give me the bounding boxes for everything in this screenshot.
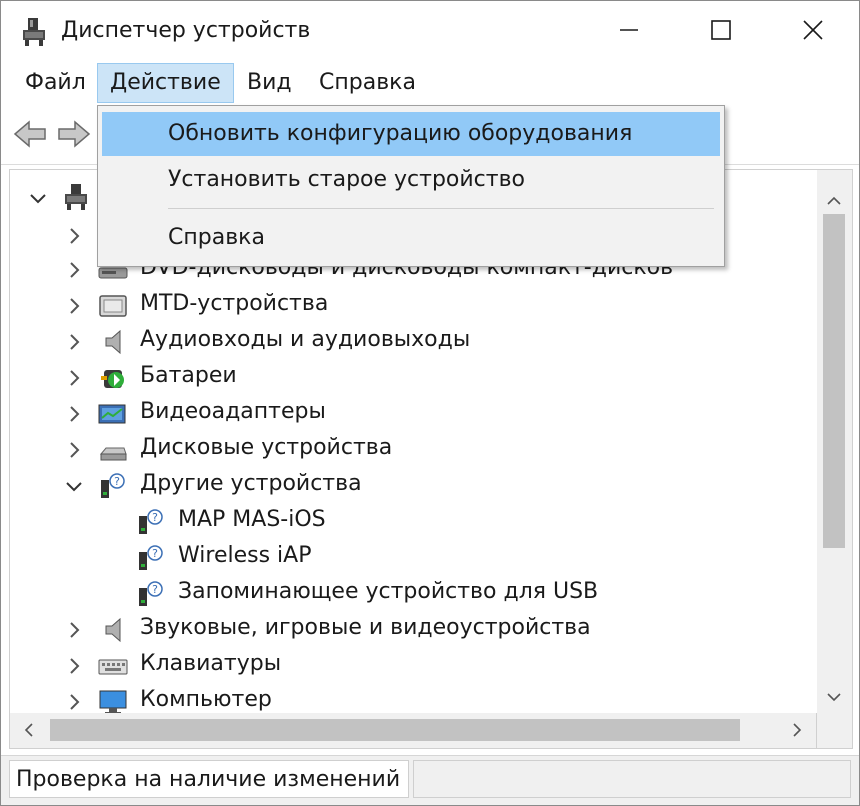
device-manager-app-icon xyxy=(21,17,47,47)
computer-root-icon xyxy=(62,184,92,212)
device-manager-window: Диспетчер устройств Файл Действие Вид Сп… xyxy=(0,0,860,806)
close-icon xyxy=(802,19,824,45)
maximize-button[interactable] xyxy=(675,1,767,63)
disk-drive-icon xyxy=(98,436,128,464)
chevron-right-icon[interactable] xyxy=(64,656,84,676)
horizontal-scroll-thumb[interactable] xyxy=(50,719,740,741)
tree-row-child-wireless-iap[interactable]: ? Wireless iAP xyxy=(10,540,810,576)
scroll-down-icon[interactable] xyxy=(823,686,845,708)
tree-row-batteries[interactable]: Батареи xyxy=(10,360,810,396)
tree-row-other-devices[interactable]: ? Другие устройства xyxy=(10,468,810,504)
tree-row-label: Запоминающее устройство для USB xyxy=(178,579,599,604)
tree-row-child-usb-storage[interactable]: ? Запоминающее устройство для USB xyxy=(10,576,810,612)
battery-icon xyxy=(98,364,128,392)
chevron-right-icon[interactable] xyxy=(64,260,84,280)
menu-item-scan-hardware-changes[interactable]: Обновить конфигурацию оборудования xyxy=(102,112,720,156)
scroll-right-icon[interactable] xyxy=(786,719,808,741)
display-adapter-icon xyxy=(98,400,128,428)
menu-item-help[interactable]: Справка xyxy=(102,216,720,260)
chevron-right-icon[interactable] xyxy=(64,226,84,246)
chevron-right-icon[interactable] xyxy=(64,368,84,388)
tree-row-label: Клавиатуры xyxy=(140,651,282,676)
horizontal-scrollbar[interactable] xyxy=(9,713,817,749)
svg-text:?: ? xyxy=(152,583,158,596)
close-button[interactable] xyxy=(767,1,859,63)
unknown-device-icon: ? xyxy=(136,544,166,572)
tree-row-mtd[interactable]: MTD-устройства xyxy=(10,288,810,324)
tree-row-label: Компьютер xyxy=(140,687,272,712)
keyboard-icon xyxy=(98,652,128,680)
svg-text:?: ? xyxy=(114,475,120,488)
unknown-device-icon: ? xyxy=(136,580,166,608)
tree-row-label: Wireless iAP xyxy=(178,543,312,568)
chevron-right-icon[interactable] xyxy=(64,440,84,460)
tree-row-label: Другие устройства xyxy=(140,471,362,496)
minimize-icon xyxy=(619,20,639,44)
tree-row-keyboards[interactable]: Клавиатуры xyxy=(10,648,810,684)
svg-text:?: ? xyxy=(152,511,158,524)
window-title: Диспетчер устройств xyxy=(61,18,311,43)
menu-file[interactable]: Файл xyxy=(13,63,98,103)
unknown-device-icon: ? xyxy=(136,508,166,536)
tree-row-child-map-mas-ios[interactable]: ? MAP MAS-iOS xyxy=(10,504,810,540)
status-bar: Проверка на наличие изменений и xyxy=(1,755,859,805)
mtd-device-icon xyxy=(98,292,128,320)
tree-row-audio[interactable]: Аудиовходы и аудиовыходы xyxy=(10,324,810,360)
scroll-left-icon[interactable] xyxy=(18,719,40,741)
vertical-scroll-thumb[interactable] xyxy=(823,214,845,548)
menu-view[interactable]: Вид xyxy=(235,63,304,103)
title-bar: Диспетчер устройств xyxy=(1,1,859,63)
forward-arrow-icon xyxy=(58,120,91,148)
menu-separator xyxy=(168,208,714,209)
chevron-right-icon[interactable] xyxy=(64,620,84,640)
unknown-device-icon: ? xyxy=(98,472,128,500)
tree-row-label: Звуковые, игровые и видеоустройства xyxy=(140,615,591,640)
scrollbar-corner xyxy=(817,713,853,749)
chevron-right-icon[interactable] xyxy=(64,404,84,424)
speaker-icon xyxy=(98,328,128,356)
back-button[interactable] xyxy=(13,119,47,149)
back-arrow-icon xyxy=(13,120,46,148)
tree-row-display-adapters[interactable]: Видеоадаптеры xyxy=(10,396,810,432)
status-text: Проверка на наличие изменений и xyxy=(9,760,409,798)
scroll-up-icon[interactable] xyxy=(823,190,845,212)
tree-row-label: Видеоадаптеры xyxy=(140,399,326,424)
tree-row-sound-video-game[interactable]: Звуковые, игровые и видеоустройства xyxy=(10,612,810,648)
monitor-icon xyxy=(98,688,128,716)
maximize-icon xyxy=(711,20,731,44)
tree-row-label: Дисковые устройства xyxy=(140,435,393,460)
vertical-scrollbar[interactable] xyxy=(817,169,853,717)
chevron-down-icon[interactable] xyxy=(28,188,48,208)
status-panel xyxy=(413,760,851,798)
svg-text:?: ? xyxy=(152,547,158,560)
tree-row-label: Батареи xyxy=(140,363,237,388)
action-menu-dropdown: Обновить конфигурацию оборудования Устан… xyxy=(97,105,725,267)
tree-row-label: Аудиовходы и аудиовыходы xyxy=(140,327,471,352)
menu-help[interactable]: Справка xyxy=(307,63,428,103)
speaker-icon xyxy=(98,616,128,644)
chevron-right-icon[interactable] xyxy=(64,332,84,352)
chevron-down-icon[interactable] xyxy=(64,476,84,496)
tree-row-disk-drives[interactable]: Дисковые устройства xyxy=(10,432,810,468)
forward-button[interactable] xyxy=(57,119,91,149)
minimize-button[interactable] xyxy=(583,1,675,63)
chevron-right-icon[interactable] xyxy=(64,692,84,712)
chevron-right-icon[interactable] xyxy=(64,296,84,316)
tree-row-label: MAP MAS-iOS xyxy=(178,507,326,532)
menu-bar: Файл Действие Вид Справка xyxy=(1,63,859,105)
menu-action[interactable]: Действие xyxy=(97,63,234,103)
tree-row-label: MTD-устройства xyxy=(140,291,329,316)
menu-item-add-legacy-hardware[interactable]: Установить старое устройство xyxy=(102,158,720,202)
